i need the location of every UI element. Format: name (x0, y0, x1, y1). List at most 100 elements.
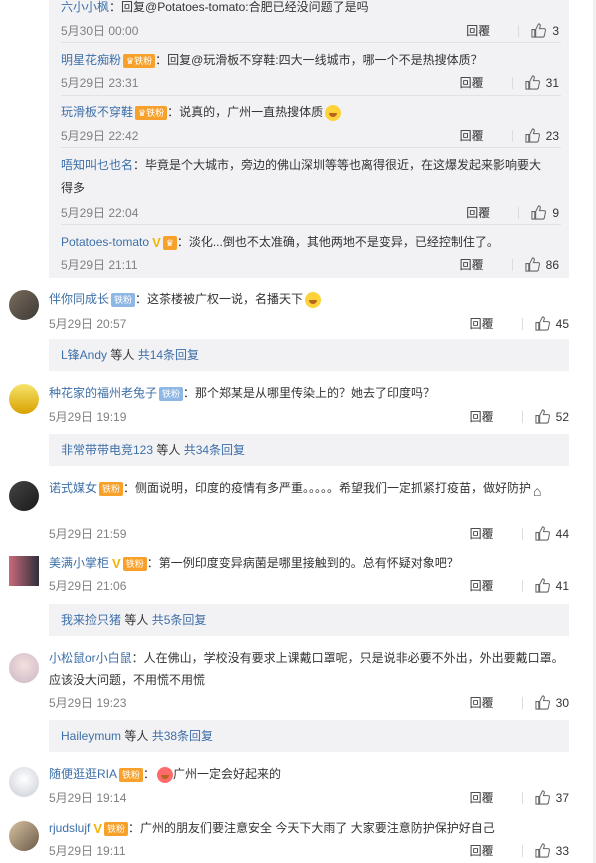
divider (61, 147, 561, 148)
more-replies-bar[interactable]: Haileymum 等人 共38条回复 (49, 720, 569, 752)
like-count: 52 (555, 409, 569, 424)
nested-reply: 六小小枫：回复@Potatoes-tomato:合肥已经没问题了是吗 5月30日… (61, 0, 569, 42)
thumbs-up-icon (535, 409, 550, 424)
vip-v-icon: V (152, 234, 161, 250)
like-count: 37 (555, 790, 569, 805)
reply-button[interactable]: 回覆 (470, 789, 494, 806)
reply-button[interactable]: 回覆 (470, 525, 494, 542)
comment-text: ：第一例印度变异病菌是哪里接触到的。总有怀疑对象吧？ (146, 556, 459, 570)
like-button[interactable]: 3 (531, 23, 559, 38)
reply-button[interactable]: 回覆 (466, 204, 490, 221)
fan-badge-icon: 铁粉 (111, 292, 136, 307)
reply-button[interactable]: 回覆 (470, 315, 494, 332)
reply-username[interactable]: 明星花痴粉 (61, 53, 121, 67)
comment-item: 诺式媒女 铁粉 ：侧面说明，印度的疫情有多严重。。。。。希望我们一定抓紧打疫苗，做好… (0, 477, 596, 547)
avatar[interactable] (9, 384, 39, 414)
reply-button[interactable]: 回覆 (470, 408, 494, 425)
more-replies-bar[interactable]: L锋Andy 等人 共14条回复 (49, 339, 569, 371)
more-replies-link[interactable]: 共34条回复 (184, 443, 245, 457)
reply-button[interactable]: 回覆 (460, 256, 484, 273)
comment-time: 5月29日 19:11 (49, 844, 126, 858)
like-count: 44 (555, 526, 569, 541)
divider (518, 206, 520, 219)
more-replies-mid: 等人 (153, 443, 184, 457)
fan-badge-icon: ♛铁粉 (123, 53, 156, 68)
reply-button[interactable]: 回覆 (460, 74, 484, 91)
reply-username[interactable]: 玩滑板不穿鞋 (61, 105, 133, 119)
comment-username[interactable]: 美满小掌柜 (49, 556, 109, 570)
thumbs-up-icon (535, 695, 550, 710)
more-replies-user[interactable]: Haileymum (61, 729, 121, 743)
avatar[interactable] (9, 481, 39, 511)
divider (61, 42, 561, 43)
reply-text: ：回复@Potatoes-tomato:合肥已经没问题了是吗 (109, 0, 369, 14)
like-button[interactable]: 9 (531, 205, 559, 220)
comment-item: 种花家的福州老兔子 铁粉 ：那个郑某是从哪里传染上的？她去了印度吗？ 5月29日 1… (0, 382, 596, 434)
more-replies-user[interactable]: 我来捡只猪 (61, 613, 121, 627)
divider (521, 317, 523, 330)
reply-button[interactable]: 回覆 (470, 842, 494, 859)
reply-time: 5月29日 22:42 (61, 129, 139, 143)
divider (511, 76, 513, 89)
thumbs-up-icon (525, 257, 540, 272)
more-replies-link[interactable]: 共14条回复 (138, 348, 199, 362)
comment-time: 5月29日 19:23 (49, 696, 127, 710)
comment-text: ：侧面说明，印度的疫情有多严重。。。。。希望我们一定抓紧打疫苗，做好防护 (123, 481, 532, 495)
divider (511, 258, 513, 271)
reply-username[interactable]: 六小小枫 (61, 0, 109, 14)
vip-v-icon: V (112, 555, 121, 571)
like-button[interactable]: 41 (535, 578, 569, 593)
fan-badge-icon: 铁粉 (122, 556, 147, 571)
more-replies-link[interactable]: 共38条回复 (152, 729, 213, 743)
avatar[interactable] (9, 290, 39, 320)
comment-username[interactable]: 随便逛逛RIA (49, 767, 117, 781)
comment-username[interactable]: 种花家的福州老兔子 (49, 386, 157, 400)
comment-text: ：广州的朋友们要注意安全 今天下大雨了 大家要注意防护保护好自己 (128, 821, 495, 835)
reply-button[interactable]: 回覆 (470, 694, 494, 711)
like-button[interactable]: 30 (535, 695, 569, 710)
more-replies-link[interactable]: 共5条回复 (152, 613, 207, 627)
reply-button[interactable]: 回覆 (470, 577, 494, 594)
divider (521, 696, 523, 709)
house-icon (533, 480, 547, 502)
like-button[interactable]: 31 (525, 75, 559, 90)
comment-time: 5月29日 19:14 (49, 791, 127, 805)
reply-button[interactable]: 回覆 (460, 127, 484, 144)
more-replies-bar[interactable]: 非常带带电竞123 等人 共34条回复 (49, 434, 569, 466)
nested-replies-panel: 六小小枫：回复@Potatoes-tomato:合肥已经没问题了是吗 5月30日… (49, 0, 569, 278)
like-button[interactable]: 23 (525, 128, 559, 143)
comment-item: 小松鼠or小白鼠：人在佛山，学校没有要求上课戴口罩呢，只是说非必要不外出，外出要… (0, 647, 596, 715)
like-button[interactable]: 33 (535, 843, 569, 858)
like-button[interactable]: 44 (535, 526, 569, 541)
reply-username[interactable]: Potatoes-tomato (61, 235, 149, 249)
avatar[interactable] (9, 767, 39, 797)
thumbs-up-icon (525, 75, 540, 90)
thumbs-up-icon (535, 316, 550, 331)
like-button[interactable]: 52 (535, 409, 569, 424)
like-button[interactable]: 45 (535, 316, 569, 331)
comment-item: 随便逛逛RIA 铁粉： 广州一定会好起来的 5月29日 19:14 回覆 37 (0, 763, 596, 811)
comment-text: ：那个郑某是从哪里传染上的？她去了印度吗？ (183, 386, 436, 400)
reply-username[interactable]: 唔知叫乜也名 (61, 158, 133, 172)
avatar[interactable] (9, 556, 39, 586)
like-count: 9 (552, 205, 559, 220)
like-button[interactable]: 86 (525, 257, 559, 272)
like-button[interactable]: 37 (535, 790, 569, 805)
comment-item: 美满小掌柜 V 铁粉 ：第一例印度变异病菌是哪里接触到的。总有怀疑对象吧？ 5月29日… (0, 552, 596, 604)
more-replies-bar[interactable]: 我来捡只猪 等人 共5条回复 (49, 604, 569, 636)
like-count: 45 (555, 316, 569, 331)
reply-button[interactable]: 回覆 (466, 22, 490, 39)
avatar[interactable] (9, 821, 39, 851)
avatar[interactable] (9, 653, 39, 683)
comment-username[interactable]: 小松鼠or小白鼠 (49, 651, 132, 665)
fan-badge-icon: ♛ (162, 235, 177, 250)
divider (61, 95, 561, 96)
more-replies-user[interactable]: 非常带带电竞123 (61, 443, 153, 457)
thumbs-up-icon (525, 128, 540, 143)
comment-username[interactable]: 伴你同成长 (49, 292, 109, 306)
thumbs-up-icon (535, 790, 550, 805)
comment-username[interactable]: rjudslujf (49, 821, 90, 835)
comment-username[interactable]: 诺式媒女 (49, 481, 97, 495)
more-replies-user[interactable]: L锋Andy (61, 348, 107, 362)
reply-time: 5月29日 22:04 (61, 206, 139, 220)
